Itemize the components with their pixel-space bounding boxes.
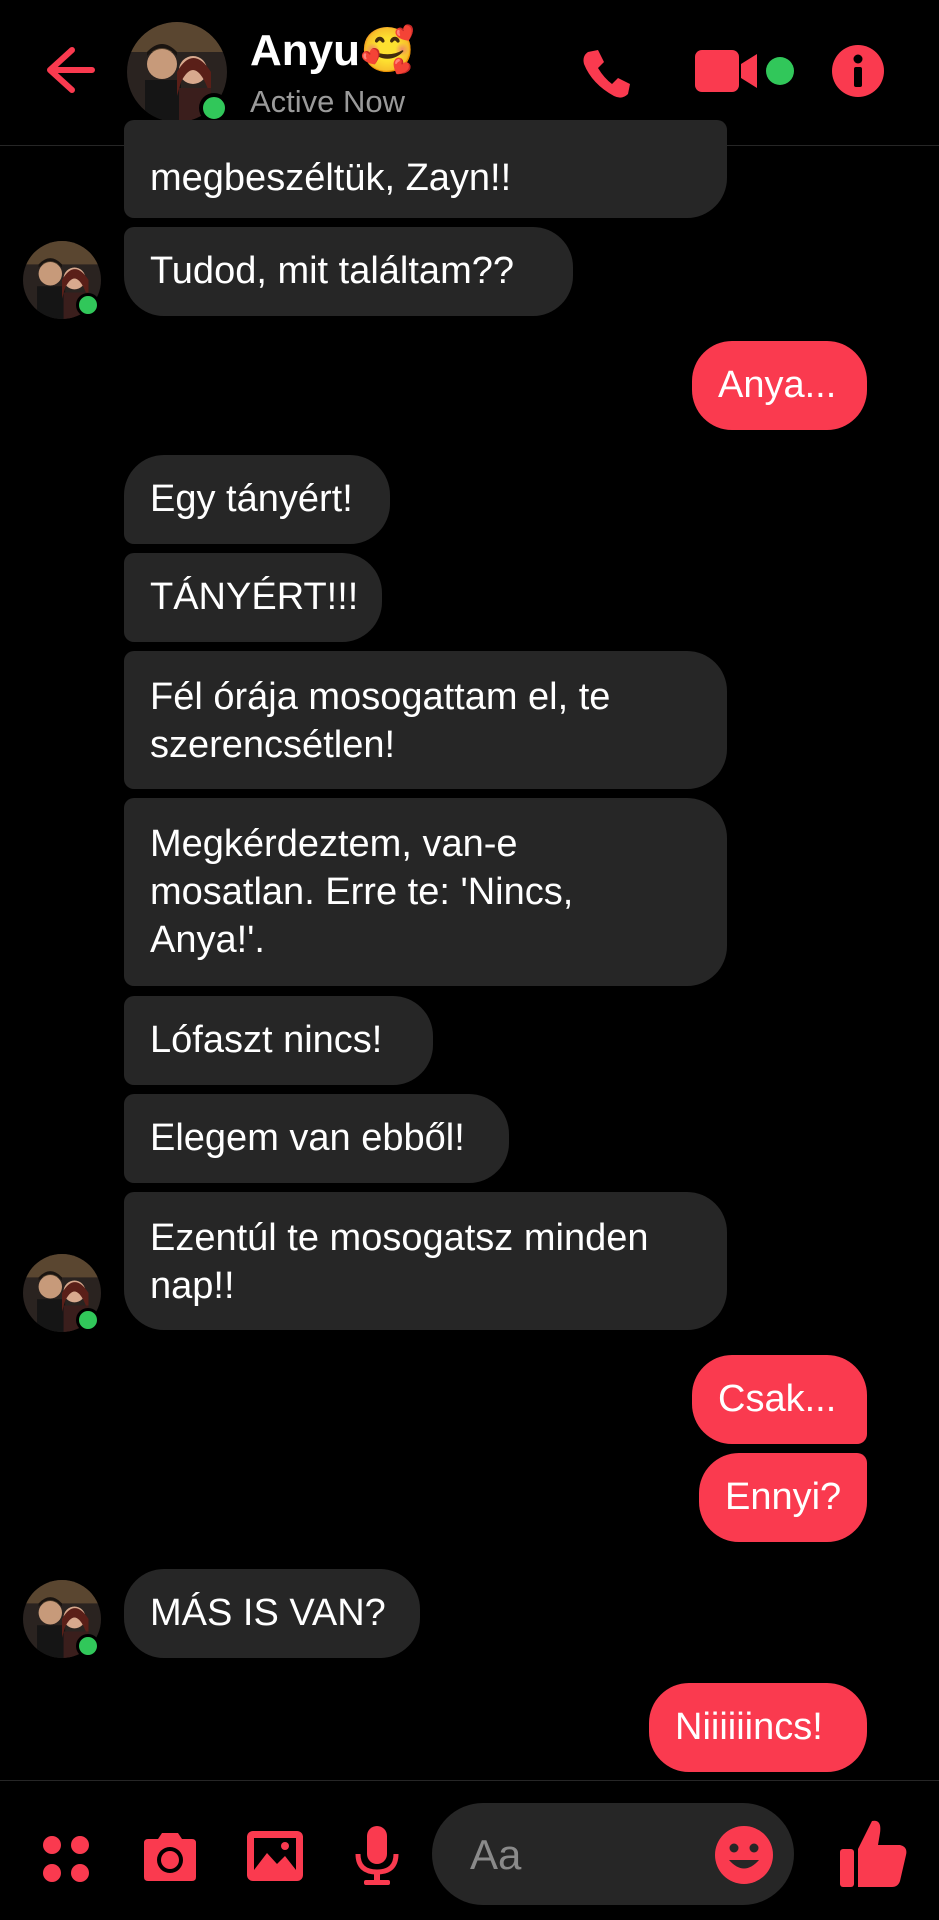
- message-text: Ennyi?: [725, 1476, 842, 1518]
- message-text: Fél órája mosogattam el, te: [150, 676, 611, 718]
- message-bubble-received[interactable]: Egy tányért!: [124, 455, 390, 544]
- contact-name: Anyu🥰: [250, 26, 415, 75]
- microphone-icon[interactable]: [352, 1824, 402, 1888]
- message-bubble-received[interactable]: megbeszéltük, Zayn!!: [124, 120, 727, 218]
- message-text: Lófaszt nincs!: [150, 1019, 383, 1061]
- online-indicator: [76, 1634, 100, 1658]
- message-text: Tudod, mit találtam??: [150, 250, 514, 292]
- phone-icon[interactable]: [578, 44, 636, 102]
- four-dots-icon[interactable]: [40, 1833, 92, 1885]
- message-bubble-received[interactable]: Elegem van ebből!: [124, 1094, 509, 1183]
- message-text: szerencsétlen!: [150, 724, 396, 766]
- video-active-dot: [766, 57, 794, 85]
- message-bubble-sent[interactable]: Anya...: [692, 341, 867, 430]
- message-bubble-received[interactable]: Lófaszt nincs!: [124, 996, 433, 1085]
- message-bubble-received[interactable]: TÁNYÉRT!!!: [124, 553, 382, 642]
- message-text: mosatlan. Erre te: 'Nincs,: [150, 871, 574, 913]
- message-text: Elegem van ebből!: [150, 1117, 465, 1159]
- active-status: Active Now: [250, 84, 406, 119]
- message-text: Ezentúl te mosogatsz minden: [150, 1217, 649, 1259]
- online-indicator: [76, 1308, 100, 1332]
- message-text: Niiiiiincs!: [675, 1706, 823, 1748]
- composer-divider: [0, 1780, 939, 1781]
- message-text: Csak...: [718, 1378, 837, 1420]
- message-bubble-sent[interactable]: Csak...: [692, 1355, 867, 1444]
- camera-icon[interactable]: [140, 1829, 200, 1885]
- message-bubble-sent[interactable]: Ennyi?: [699, 1453, 867, 1542]
- message-bubble-received[interactable]: Megkérdeztem, van-e mosatlan. Erre te: '…: [124, 798, 727, 986]
- message-text: TÁNYÉRT!!!: [150, 576, 359, 618]
- online-indicator: [76, 293, 100, 317]
- message-text: Egy tányért!: [150, 478, 353, 520]
- message-input[interactable]: Aa: [432, 1803, 794, 1905]
- message-input-placeholder: Aa: [470, 1831, 522, 1878]
- online-indicator: [199, 93, 229, 123]
- message-text: Anya!'.: [150, 919, 265, 961]
- message-bubble-sent[interactable]: Niiiiiincs!: [649, 1683, 867, 1772]
- message-bubble-received[interactable]: Ezentúl te mosogatsz minden nap!!: [124, 1192, 727, 1330]
- message-text: MÁS IS VAN?: [150, 1592, 386, 1634]
- thumbs-up-icon[interactable]: [838, 1817, 910, 1891]
- message-text: megbeszéltük, Zayn!!: [150, 157, 512, 199]
- video-camera-icon[interactable]: [695, 48, 759, 94]
- message-text: Anya...: [718, 364, 837, 406]
- message-bubble-received[interactable]: MÁS IS VAN?: [124, 1569, 420, 1658]
- info-icon[interactable]: [832, 45, 884, 97]
- back-arrow-icon[interactable]: [38, 40, 98, 100]
- emoji-icon[interactable]: [714, 1825, 774, 1885]
- message-bubble-received[interactable]: Tudod, mit találtam??: [124, 227, 573, 316]
- image-icon[interactable]: [245, 1829, 305, 1883]
- message-text: nap!!: [150, 1265, 235, 1307]
- message-bubble-received[interactable]: Fél órája mosogattam el, te szerencsétle…: [124, 651, 727, 789]
- message-text: Megkérdeztem, van-e: [150, 823, 518, 865]
